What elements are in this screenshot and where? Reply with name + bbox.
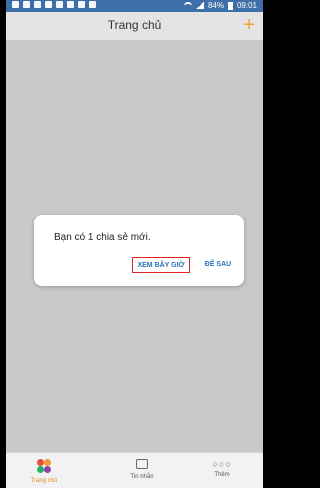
dialog-message: Bạn có 1 chia sẻ mới. (54, 232, 151, 243)
image-icon (45, 1, 52, 8)
clock: 09:01 (236, 1, 257, 10)
battery-icon (227, 1, 233, 10)
more-icon: ○○○ (212, 459, 232, 469)
chat-icon (23, 1, 30, 8)
image-icon (34, 1, 41, 8)
page-title: Trang chủ (107, 18, 162, 32)
wifi-icon (183, 2, 192, 9)
signal-icon (195, 2, 204, 9)
video-icon (12, 1, 19, 8)
notification-icon (78, 1, 85, 8)
status-indicators: 84% 09:01 (183, 1, 257, 10)
phone-screen: 84% 09:01 Trang chủ + Trang chủ Tin nhắn… (6, 0, 263, 488)
tab-label: Tin nhắn (130, 474, 154, 480)
share-dialog: Bạn có 1 chia sẻ mới. XEM BÂY GIỜ ĐỂ SAU (34, 215, 244, 286)
battery-percent: 84% (207, 1, 224, 10)
tab-more[interactable]: ○○○ Thêm (192, 459, 252, 478)
status-bar: 84% 09:01 (6, 0, 263, 12)
play-store-icon (67, 1, 74, 8)
bottom-tab-bar: Trang chủ Tin nhắn ○○○ Thêm (6, 452, 263, 488)
app-logo-icon (37, 459, 51, 473)
notification-icon (89, 1, 96, 8)
tab-messages[interactable]: Tin nhắn (112, 459, 172, 480)
add-icon[interactable]: + (243, 15, 255, 35)
tab-home[interactable]: Trang chủ (14, 459, 74, 484)
message-icon (136, 459, 148, 469)
later-button[interactable]: ĐỂ SAU (202, 257, 234, 273)
tab-label: Trang chủ (30, 478, 58, 484)
tab-label: Thêm (214, 472, 230, 478)
image-icon (56, 1, 63, 8)
app-bar: Trang chủ + (6, 12, 263, 40)
view-now-button[interactable]: XEM BÂY GIỜ (132, 257, 190, 273)
notification-icons (12, 1, 96, 8)
